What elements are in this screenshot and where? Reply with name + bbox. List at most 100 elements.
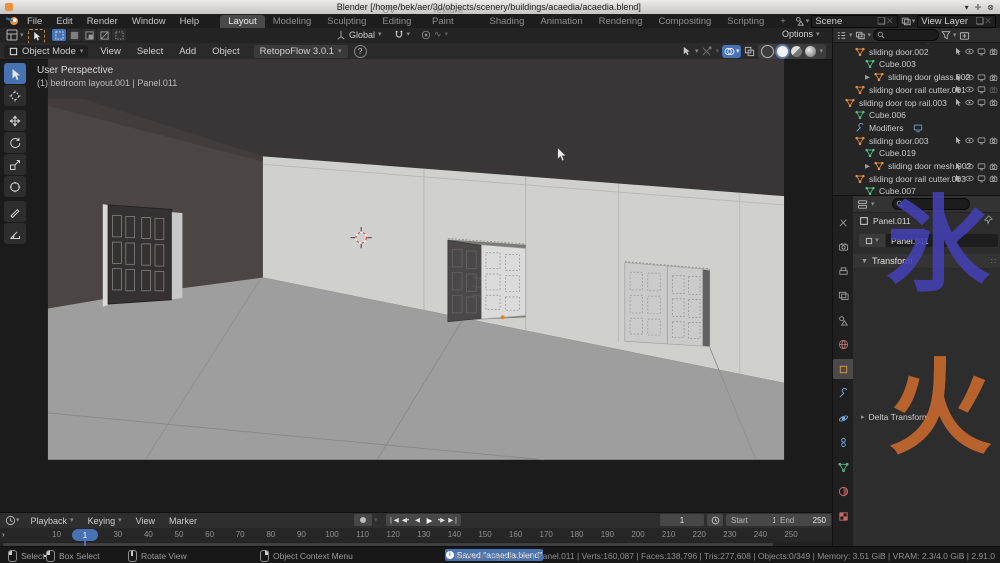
close-icon[interactable]: ⊗ [987, 3, 994, 12]
mode-selector[interactable]: Object Mode ▾ [4, 45, 88, 58]
outliner-row[interactable]: Cube.003 [833, 58, 1000, 70]
current-frame-field[interactable]: 1 [660, 514, 704, 526]
outliner-display-chevron-icon[interactable]: ▾ [849, 32, 853, 39]
outliner-row[interactable]: ▶sliding door mesh.002 [833, 160, 1000, 172]
menu-help[interactable]: Help [173, 16, 207, 27]
new-scene-icon[interactable]: ❏ [877, 16, 886, 27]
select-mode-tweak-button[interactable] [52, 29, 66, 41]
transform-panel-header[interactable]: ▼ Transform ∷ [853, 254, 1000, 269]
tab-output[interactable] [833, 261, 853, 281]
expand-arrow-icon[interactable]: ▶ [865, 73, 870, 81]
help-button[interactable]: ? [354, 45, 367, 58]
outliner-item-label[interactable]: Cube.019 [879, 148, 916, 158]
workspace-tab-animation[interactable]: Animation [532, 15, 590, 28]
overlays-toggle[interactable]: ▾ [722, 45, 742, 58]
prev-keyframe-button[interactable]: ◀• [400, 516, 411, 524]
viewport-canvas[interactable]: User Perspective (1) bedroom layout.001 … [0, 59, 832, 512]
selectable-icon[interactable] [953, 85, 962, 94]
properties-editor-chevron-icon[interactable]: ▾ [871, 201, 875, 208]
selectable-icon[interactable] [953, 162, 962, 171]
play-button[interactable]: ▶ [424, 516, 435, 525]
selectable-icon[interactable] [953, 73, 962, 82]
outliner-row[interactable]: sliding door.002 [833, 46, 1000, 58]
wireframe-shading-icon[interactable] [761, 45, 774, 58]
properties-search-input[interactable] [892, 198, 970, 210]
outliner-item-label[interactable]: sliding door.002 [869, 47, 929, 57]
rotate-tool-button[interactable] [4, 132, 26, 153]
outliner-item-label[interactable]: sliding door top rail.003 [859, 98, 947, 108]
disable-viewport-icon[interactable] [977, 98, 986, 107]
transform-tool-button[interactable] [4, 176, 26, 197]
tab-render[interactable] [833, 237, 853, 257]
disable-viewport-icon[interactable] [977, 136, 986, 145]
disable-render-icon[interactable] [989, 174, 998, 183]
outliner-row[interactable]: ▶sliding door glass.002 [833, 71, 1000, 83]
material-shading-icon[interactable] [791, 46, 802, 57]
hide-viewport-icon[interactable] [965, 85, 974, 94]
workspace-tab-layout[interactable]: Layout [220, 15, 265, 28]
rendered-shading-icon[interactable] [805, 46, 816, 57]
retopoflow-dropdown[interactable]: RetopoFlow 3.0.1 ▾ [254, 45, 348, 58]
workspace-tab-scripting[interactable]: Scripting [719, 15, 772, 28]
outliner-row[interactable]: Cube.006 [833, 109, 1000, 121]
move-tool-button[interactable] [4, 110, 26, 131]
outliner-row[interactable]: Cube.019 [833, 147, 1000, 159]
funnel-filter-icon[interactable] [941, 30, 951, 40]
select-mode-subtract-button[interactable] [97, 29, 111, 41]
gizmos-chevron-icon[interactable]: ▾ [715, 48, 719, 55]
outliner-item-label[interactable]: sliding door rail cutter.001 [869, 85, 966, 95]
maximize-icon[interactable]: ✛ [975, 3, 982, 12]
snap-chevron-icon[interactable]: ▾ [407, 31, 411, 38]
measure-tool-button[interactable] [4, 223, 26, 244]
outliner-item-label[interactable]: Cube.006 [869, 110, 906, 120]
tab-constraints[interactable] [833, 433, 853, 453]
proportional-edit-icon[interactable] [421, 30, 431, 40]
expand-arrow-icon[interactable]: ▶ [865, 162, 870, 170]
timeline-editor-chevron-icon[interactable]: ▾ [16, 517, 20, 524]
disable-render-icon[interactable] [989, 73, 998, 82]
workspace-tab-texture-paint[interactable]: Texture Paint [424, 4, 482, 28]
menu-file[interactable]: File [20, 16, 49, 27]
selectable-icon[interactable] [953, 47, 962, 56]
object-name-field[interactable]: Panel.011 [886, 234, 998, 247]
viewport-menu-object[interactable]: Object [204, 46, 247, 57]
hide-viewport-icon[interactable] [965, 174, 974, 183]
workspace-tab-modeling[interactable]: Modeling [265, 15, 320, 28]
menu-window[interactable]: Window [125, 16, 173, 27]
new-layer-icon[interactable]: ❏ [976, 16, 985, 27]
next-keyframe-button[interactable]: •▶ [436, 516, 447, 524]
outliner-row[interactable]: Modifiers [833, 122, 1000, 134]
timeline-menu-view[interactable]: View [129, 516, 162, 526]
options-button[interactable]: Options ▾ [782, 29, 820, 39]
disable-viewport-icon[interactable] [977, 73, 986, 82]
frame-start-field[interactable]: Start1 [726, 514, 782, 526]
snap-magnet-icon[interactable] [394, 29, 404, 40]
object-types-chevron-icon[interactable]: ▾ [695, 48, 699, 55]
workspace-tab-sculpting[interactable]: Sculpting [319, 15, 374, 28]
outliner-display-mode-icon[interactable] [836, 30, 847, 41]
selectable-icon[interactable] [953, 136, 962, 145]
scale-tool-button[interactable] [4, 154, 26, 175]
window-controls[interactable]: ▾✛⊗ [965, 3, 994, 12]
gizmos-icon[interactable] [701, 46, 712, 57]
new-collection-icon[interactable] [959, 30, 970, 41]
viewport-menu-view[interactable]: View [92, 46, 128, 57]
viewport-menu-select[interactable]: Select [129, 46, 171, 57]
outliner-search-input[interactable] [873, 29, 939, 41]
orientation-icon[interactable] [336, 30, 346, 40]
falloff-curve-icon[interactable]: ∿ [434, 29, 442, 40]
frame-end-field[interactable]: End250 [775, 514, 831, 526]
outliner-filter-id-icon[interactable] [855, 30, 866, 41]
outliner-row[interactable]: sliding door rail cutter.001 [833, 84, 1000, 96]
disable-viewport-icon[interactable] [977, 85, 986, 94]
show-object-types-icon[interactable] [681, 46, 692, 57]
disable-render-icon[interactable] [989, 47, 998, 56]
disable-render-icon[interactable] [989, 98, 998, 107]
delta-transform-section[interactable]: ▸ Delta Transform [861, 412, 929, 422]
orientation-label[interactable]: Global [349, 30, 375, 40]
tab-world[interactable] [833, 335, 853, 355]
timeline-editor-icon[interactable] [5, 515, 16, 526]
menu-render[interactable]: Render [80, 16, 125, 27]
outliner-row[interactable]: Cube.007 [833, 185, 1000, 195]
cursor-tool-button[interactable] [4, 85, 26, 106]
